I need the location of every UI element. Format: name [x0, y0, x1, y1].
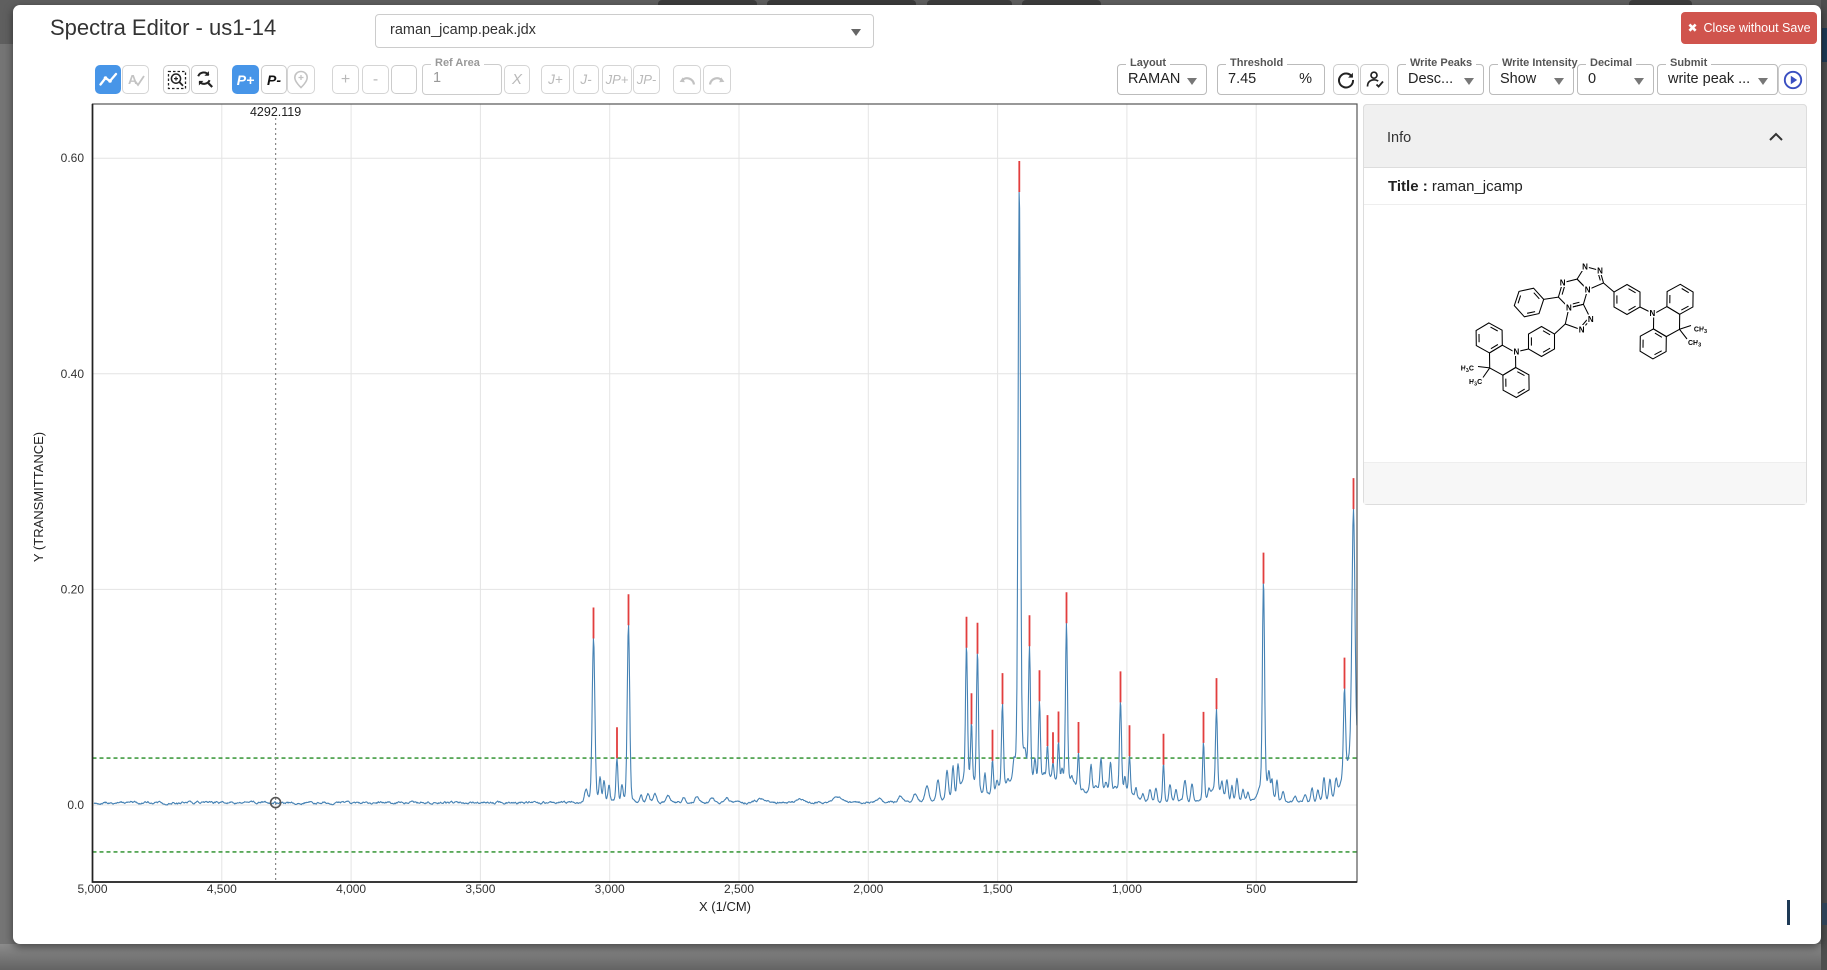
- svg-text:0.0: 0.0: [67, 798, 84, 812]
- svg-text:0.40: 0.40: [61, 367, 85, 381]
- svg-text:N: N: [1582, 262, 1588, 271]
- svg-text:4,500: 4,500: [207, 882, 237, 896]
- svg-text:N: N: [1566, 304, 1572, 313]
- svg-text:0.20: 0.20: [61, 582, 85, 596]
- svg-text:N: N: [1588, 315, 1594, 324]
- svg-text:2,500: 2,500: [724, 882, 754, 896]
- svg-text:4,000: 4,000: [336, 882, 366, 896]
- svg-text:N: N: [1650, 309, 1656, 318]
- svg-text:Y (TRANSMITTANCE): Y (TRANSMITTANCE): [31, 432, 46, 562]
- svg-text:N: N: [1585, 286, 1591, 295]
- svg-text:H3C: H3C: [1461, 365, 1474, 374]
- svg-text:3,500: 3,500: [465, 882, 495, 896]
- svg-text:N: N: [1597, 266, 1603, 275]
- svg-text:2,000: 2,000: [853, 882, 883, 896]
- svg-text:N: N: [1579, 326, 1585, 335]
- svg-text:0.60: 0.60: [61, 151, 85, 165]
- svg-text:CH3: CH3: [1688, 340, 1701, 349]
- svg-text:500: 500: [1246, 882, 1266, 896]
- svg-text:CH3: CH3: [1694, 326, 1707, 335]
- svg-text:1,000: 1,000: [1112, 882, 1142, 896]
- svg-text:H3C: H3C: [1469, 379, 1482, 388]
- svg-text:4292.119: 4292.119: [250, 105, 301, 119]
- svg-text:N: N: [1514, 348, 1520, 357]
- svg-text:3,000: 3,000: [595, 882, 625, 896]
- svg-text:1,500: 1,500: [983, 882, 1013, 896]
- svg-text:X (1/CM): X (1/CM): [699, 899, 751, 914]
- svg-text:5,000: 5,000: [77, 882, 107, 896]
- svg-text:N: N: [1560, 279, 1566, 288]
